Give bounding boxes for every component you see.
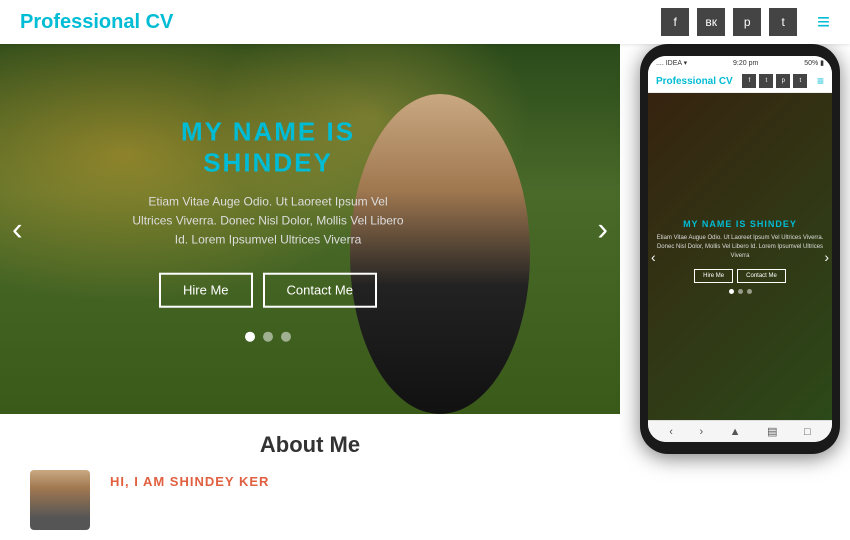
phone-header: Professional CV f t p t ≡	[648, 70, 832, 93]
phone-hero-section: ‹ › MY NAME IS SHINDEY Etiam Vitae Augue…	[648, 93, 832, 420]
about-avatar-image	[30, 470, 90, 530]
phone-prev-arrow[interactable]: ‹	[651, 249, 656, 265]
site-logo[interactable]: Professional CV	[20, 11, 173, 34]
prev-slide-arrow[interactable]: ‹	[12, 211, 23, 248]
phone-tabs-icon[interactable]: □	[804, 426, 811, 438]
phone-dot-1[interactable]	[729, 289, 734, 294]
twitter-icon[interactable]: t	[769, 8, 797, 36]
hero-buttons: Hire Me Contact Me	[128, 272, 408, 307]
phone-time: 9:20 pm	[733, 60, 758, 67]
phone-hero-title: MY NAME IS SHINDEY	[683, 219, 797, 229]
hero-section: ‹ › MY NAME IS SHINDEY Etiam Vitae Auge …	[0, 44, 620, 414]
hero-background: ‹ › MY NAME IS SHINDEY Etiam Vitae Auge …	[0, 44, 620, 414]
phone-dot-2[interactable]	[738, 289, 743, 294]
logo-bold: CV	[146, 11, 174, 33]
phone-facebook-icon[interactable]: f	[742, 74, 756, 88]
phone-dot-3[interactable]	[747, 289, 752, 294]
phone-status-bar: .... IDEA ▾ 9:20 pm 50% ▮	[648, 56, 832, 70]
phone-screen: .... IDEA ▾ 9:20 pm 50% ▮ Professional C…	[648, 56, 832, 442]
slide-dot-2[interactable]	[263, 331, 273, 341]
phone-social-icons: f t p t	[742, 74, 807, 88]
next-slide-arrow[interactable]: ›	[597, 211, 608, 248]
slide-dot-3[interactable]	[281, 331, 291, 341]
phone-next-arrow[interactable]: ›	[824, 249, 829, 265]
phone-title-highlight: SHINDEY	[750, 219, 797, 229]
hero-title: MY NAME IS SHINDEY	[128, 117, 408, 179]
hero-content: MY NAME IS SHINDEY Etiam Vitae Auge Odio…	[128, 117, 408, 342]
site-header: Professional CV f вк p t ≡	[0, 0, 850, 44]
phone-mockup: .... IDEA ▾ 9:20 pm 50% ▮ Professional C…	[640, 44, 840, 464]
phone-bookmarks-icon[interactable]: ▤	[767, 425, 777, 438]
phone-contact-button[interactable]: Contact Me	[737, 269, 786, 283]
about-section: About Me HI, I AM SHINDEY KER	[0, 414, 620, 540]
phone-pinterest-icon[interactable]: p	[776, 74, 790, 88]
phone-hero-description: Etiam Vitae Augue Odio. Ut Laoreet Ipsum…	[656, 234, 824, 261]
hero-title-highlight: SHINDEY	[203, 148, 333, 178]
phone-logo-text: Professional	[656, 76, 719, 87]
phone-browser-bar: ‹ › ▲ ▤ □	[648, 420, 832, 442]
phone-vk-icon[interactable]: t	[793, 74, 807, 88]
phone-twitter-icon[interactable]: t	[759, 74, 773, 88]
phone-hire-button[interactable]: Hire Me	[694, 269, 733, 283]
phone-carrier: .... IDEA ▾	[656, 59, 687, 67]
phone-title-prefix: MY NAME IS	[683, 219, 750, 229]
vk-icon[interactable]: вк	[697, 8, 725, 36]
hero-title-prefix: MY NAME IS	[181, 117, 355, 147]
phone-logo-bold: CV	[719, 76, 733, 87]
facebook-icon[interactable]: f	[661, 8, 689, 36]
about-subtitle: HI, I AM SHINDEY KER	[110, 470, 269, 489]
phone-menu-icon[interactable]: ≡	[817, 74, 824, 88]
phone-share-icon[interactable]: ▲	[730, 426, 741, 438]
phone-forward-icon[interactable]: ›	[699, 426, 703, 438]
slide-dot-1[interactable]	[245, 331, 255, 341]
logo-text: Professional	[20, 11, 146, 33]
hire-me-button[interactable]: Hire Me	[159, 272, 253, 307]
phone-logo: Professional CV	[656, 76, 733, 87]
phone-outer-frame: .... IDEA ▾ 9:20 pm 50% ▮ Professional C…	[640, 44, 840, 454]
pinterest-icon[interactable]: p	[733, 8, 761, 36]
about-content: HI, I AM SHINDEY KER	[0, 470, 620, 530]
contact-me-button[interactable]: Contact Me	[263, 272, 377, 307]
menu-icon[interactable]: ≡	[817, 9, 830, 35]
phone-hero-buttons: Hire Me Contact Me	[694, 269, 786, 283]
phone-battery: 50% ▮	[804, 59, 824, 67]
header-right: f вк p t ≡	[661, 8, 830, 36]
phone-back-icon[interactable]: ‹	[669, 426, 673, 438]
slide-dots	[128, 331, 408, 341]
hero-description: Etiam Vitae Auge Odio. Ut Laoreet Ipsum …	[128, 193, 408, 251]
phone-slide-dots	[729, 289, 752, 294]
about-title: About Me	[0, 414, 620, 470]
